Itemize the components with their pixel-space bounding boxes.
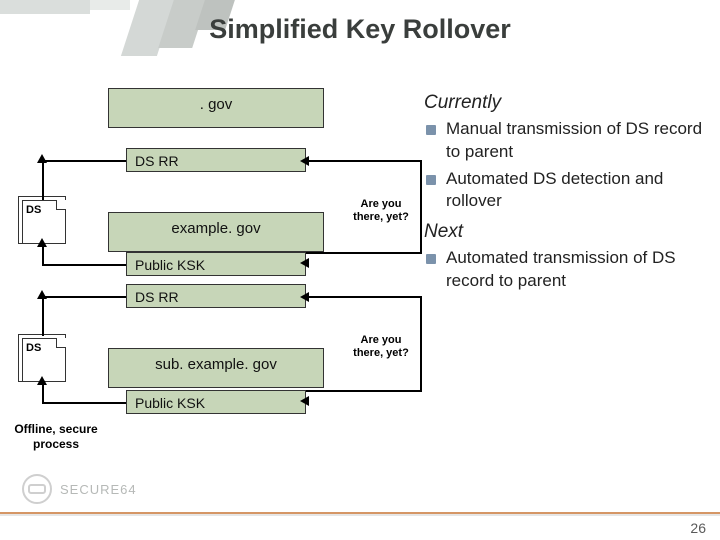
arrow-head-icon [300, 292, 309, 302]
footer-rule-2 [0, 514, 720, 516]
label-are-you-there-1: Are youthere, yet? [344, 198, 418, 224]
arrow-head-icon [300, 258, 309, 268]
heading-next: Next [424, 219, 704, 245]
slide-title: Simplified Key Rollover [0, 14, 720, 45]
footer-logo: SECURE64 [22, 474, 137, 504]
banner-shape [0, 0, 90, 14]
text-column: Currently Manual transmission of DS reco… [424, 84, 704, 297]
box-ds-rr-1: DS RR [126, 148, 306, 172]
arrow-head-icon [37, 290, 47, 299]
arrow-segment [42, 244, 44, 264]
bullet: Manual transmission of DS record to pare… [446, 118, 704, 164]
box-ds-rr-2: DS RR [126, 284, 306, 308]
arrow-segment [306, 160, 422, 162]
arrow-segment [42, 296, 44, 336]
arrow-head-icon [300, 156, 309, 166]
arrow-segment [42, 296, 126, 298]
banner-shape [90, 0, 130, 10]
arrow-head-icon [37, 376, 47, 385]
arrow-segment [42, 160, 44, 200]
page-number: 26 [690, 520, 706, 536]
footer-brand: SECURE64 [60, 482, 137, 497]
arrow-segment [306, 296, 422, 298]
arrow-head-icon [37, 238, 47, 247]
arrow-head-icon [300, 396, 309, 406]
zone-gov: . gov [108, 88, 324, 128]
ds-doc-label: DS [26, 204, 41, 216]
arrow-segment [42, 382, 44, 402]
box-public-ksk-2: Public KSK [126, 390, 306, 414]
arrow-segment [42, 402, 126, 404]
heading-currently: Currently [424, 90, 704, 116]
arrow-segment [306, 390, 422, 392]
zone-example: example. gov [108, 212, 324, 252]
arrow-segment [420, 160, 422, 252]
arrow-segment [42, 264, 126, 266]
arrow-segment [42, 160, 126, 162]
arrow-segment [306, 252, 422, 254]
offline-label: Offline, secureprocess [8, 422, 104, 452]
zone-sub: sub. example. gov [108, 348, 324, 388]
bullet: Automated transmission of DS record to p… [446, 247, 704, 293]
ds-doc-label: DS [26, 342, 41, 354]
arrow-segment [420, 296, 422, 392]
arrow-head-icon [37, 154, 47, 163]
logo-icon [22, 474, 52, 504]
label-are-you-there-2: Are youthere, yet? [344, 334, 418, 360]
bullet: Automated DS detection and rollover [446, 168, 704, 214]
box-public-ksk-1: Public KSK [126, 252, 306, 276]
